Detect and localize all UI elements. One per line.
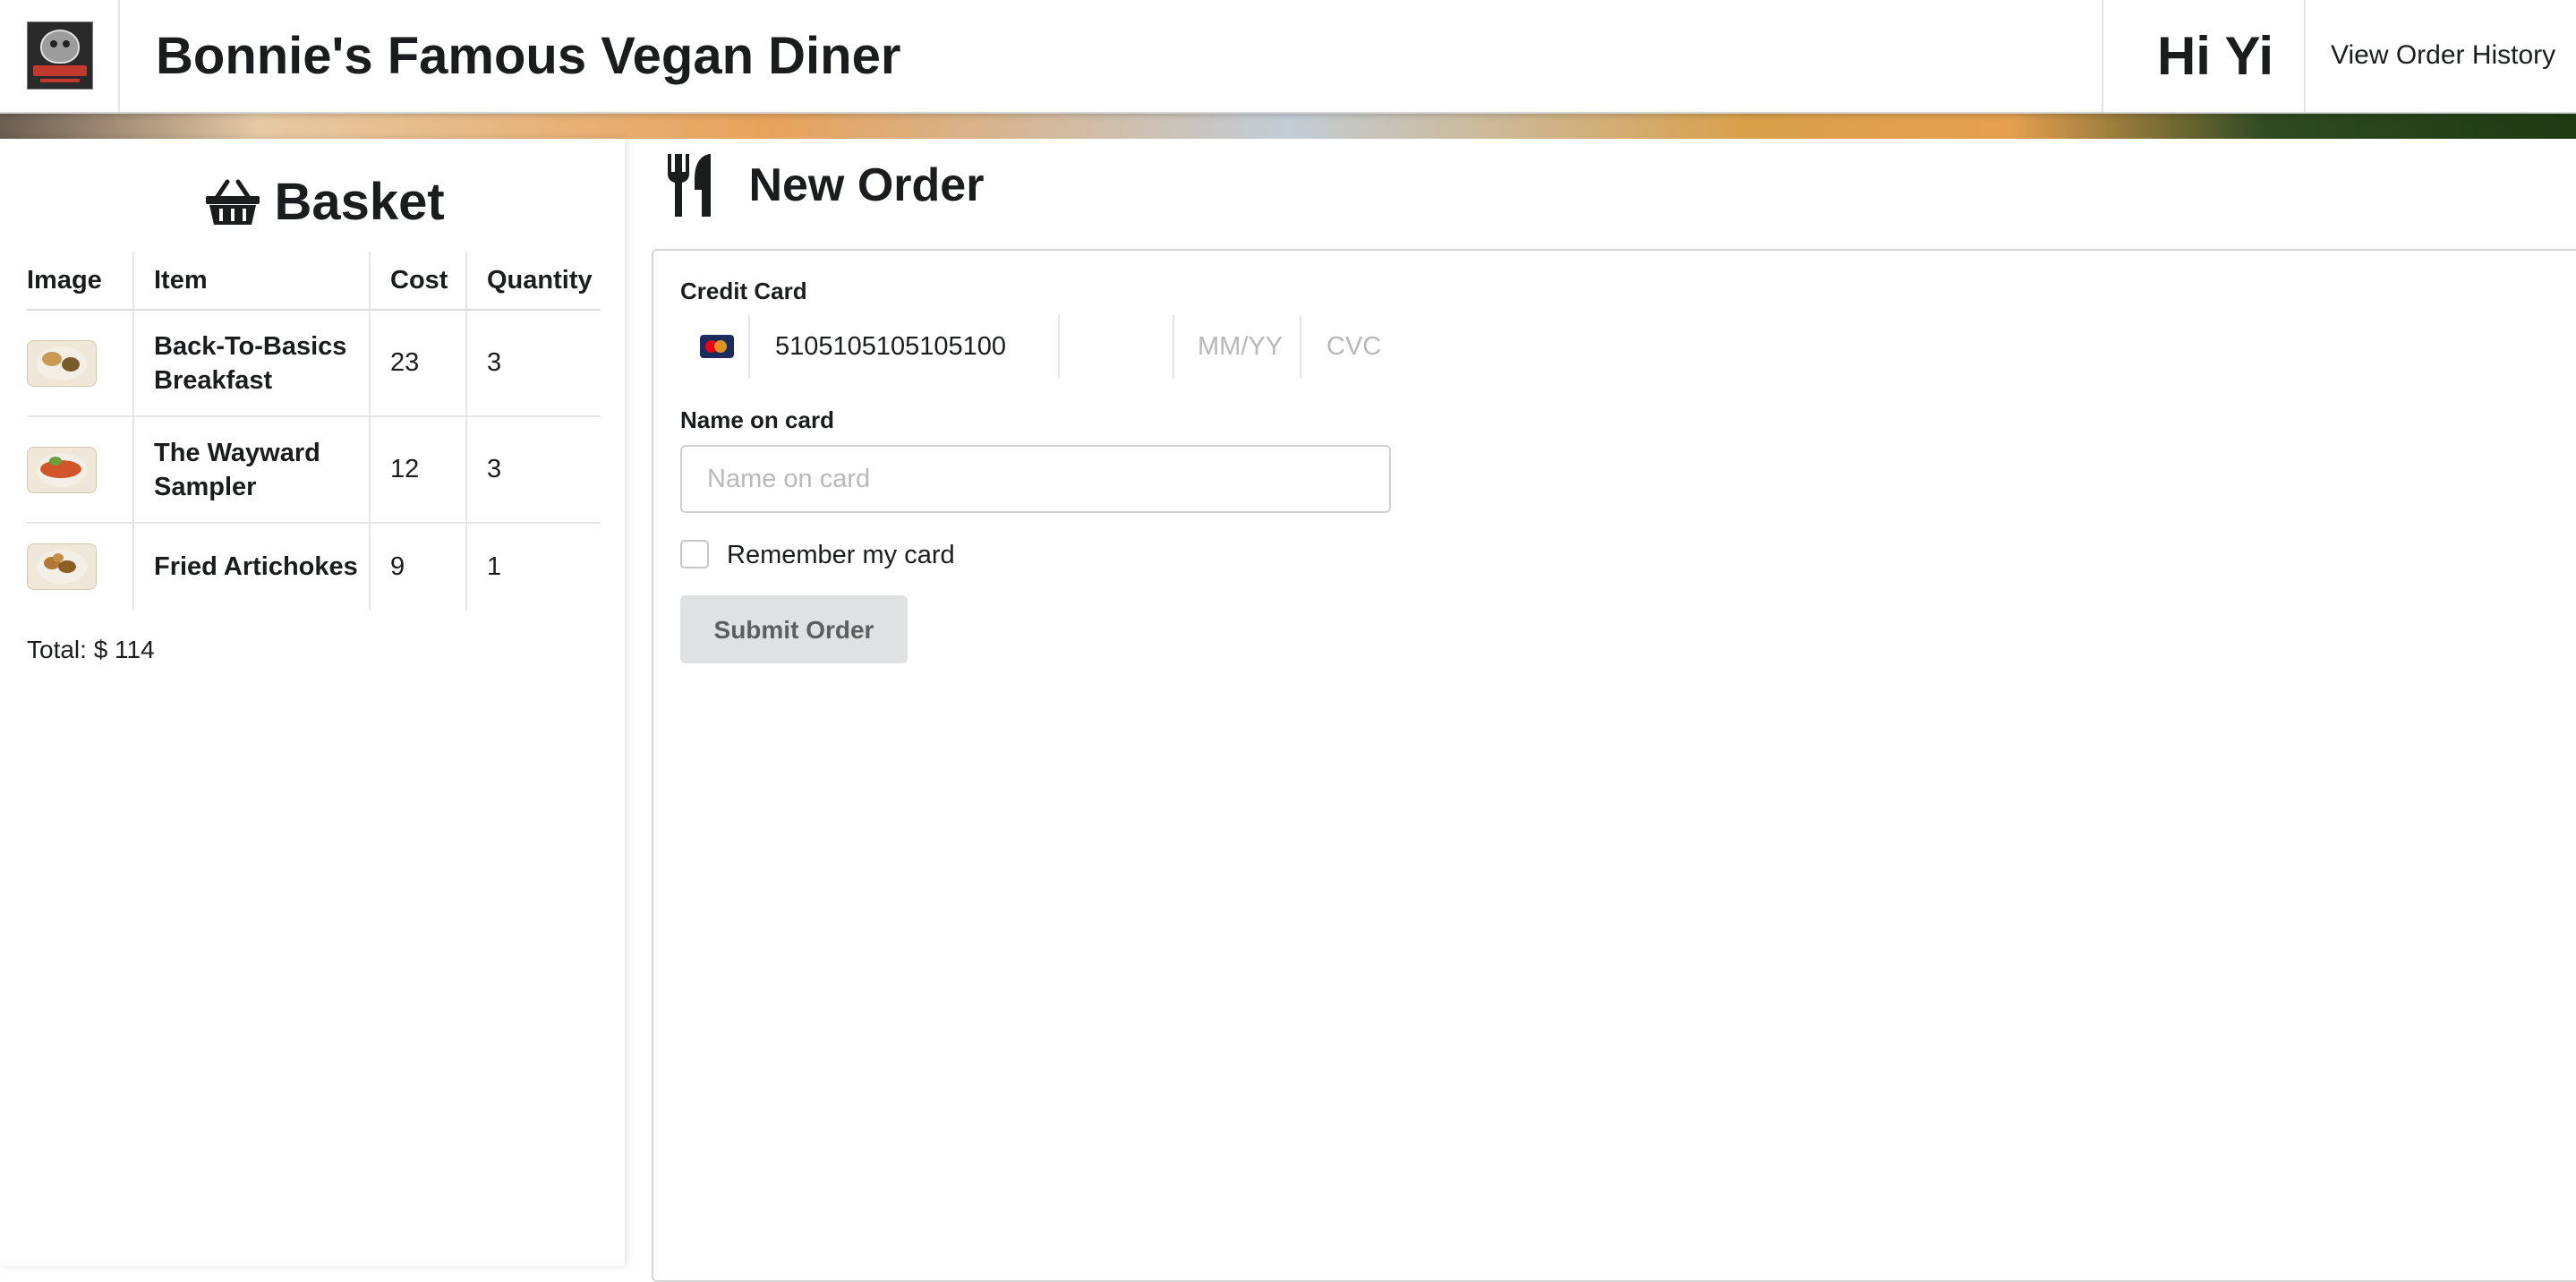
divider xyxy=(1173,315,1174,378)
item-quantity: 3 xyxy=(465,310,601,417)
basket-table: Image Item Cost Quantity Back-To-Basics … xyxy=(27,252,601,610)
cvc-field[interactable]: CVC xyxy=(1326,330,1381,363)
name-on-card-label: Name on card xyxy=(680,406,834,433)
item-quantity: 1 xyxy=(465,523,601,610)
column-header-item: Item xyxy=(132,252,370,311)
basket-heading: Basket xyxy=(204,171,445,234)
item-cost: 23 xyxy=(369,310,466,417)
image-cell xyxy=(27,523,133,610)
column-header-quantity: Quantity xyxy=(465,252,601,311)
new-order-title: New Order xyxy=(748,159,985,211)
credit-card-input[interactable]: 5105105105105100 MM/YY CVC xyxy=(680,315,1414,378)
image-cell xyxy=(27,310,133,417)
item-cost: 12 xyxy=(369,416,466,524)
item-quantity: 3 xyxy=(465,416,601,524)
column-header-image: Image xyxy=(27,252,133,311)
artichokes-thumbnail xyxy=(27,543,97,590)
food-banner-strip xyxy=(0,112,2576,139)
column-header-cost: Cost xyxy=(369,252,466,311)
divider xyxy=(1058,315,1060,378)
diner-logo[interactable] xyxy=(27,21,93,90)
greeting-cell: Hi Yi xyxy=(2102,0,2306,112)
basket-icon xyxy=(206,179,260,225)
image-cell xyxy=(27,416,133,524)
utensils-icon xyxy=(668,154,711,217)
table-row: Back-To-Basics Breakfast 23 3 xyxy=(27,310,601,417)
item-name: Fried Artichokes xyxy=(132,523,370,610)
remember-card-checkbox[interactable] xyxy=(680,540,709,568)
view-order-history-link[interactable]: View Order History xyxy=(2331,39,2555,72)
basket-header-row: Image Item Cost Quantity xyxy=(27,252,601,311)
top-navigation-bar: Bonnie's Famous Vegan Diner Hi Yi View O… xyxy=(0,0,2576,114)
expiry-field[interactable]: MM/YY xyxy=(1198,330,1283,363)
table-row: The Wayward Sampler 12 3 xyxy=(27,416,601,524)
item-cost: 9 xyxy=(369,523,466,610)
card-number-field[interactable]: 5105105105105100 xyxy=(775,330,1006,363)
sampler-thumbnail xyxy=(27,446,97,493)
remember-card-label[interactable]: Remember my card xyxy=(727,539,955,571)
name-on-card-input[interactable] xyxy=(680,445,1391,513)
divider xyxy=(748,315,750,378)
submit-order-button[interactable]: Submit Order xyxy=(680,595,908,663)
dog-mascot-icon xyxy=(40,30,80,64)
logo-strip xyxy=(40,79,80,82)
breakfast-thumbnail xyxy=(27,339,97,387)
mastercard-icon xyxy=(700,335,734,358)
credit-card-label: Credit Card xyxy=(680,278,807,304)
logo-ribbon xyxy=(33,65,87,76)
basket-title: Basket xyxy=(274,173,445,231)
basket-panel: Basket Image Item Cost Quantity Back-To-… xyxy=(0,139,625,1266)
user-greeting: Hi Yi xyxy=(2156,26,2273,86)
site-title: Bonnie's Famous Vegan Diner xyxy=(156,27,901,85)
payment-form: Credit Card 5105105105105100 MM/YY CVC N… xyxy=(652,249,2576,1282)
divider xyxy=(1300,315,1301,378)
new-order-heading: New Order xyxy=(664,152,984,224)
table-row: Fried Artichokes 9 1 xyxy=(27,523,601,610)
item-name: Back-To-Basics Breakfast xyxy=(132,310,370,417)
basket-total: Total: $ 114 xyxy=(27,636,155,663)
item-name: The Wayward Sampler xyxy=(132,416,370,524)
logo-cell[interactable] xyxy=(0,0,120,112)
